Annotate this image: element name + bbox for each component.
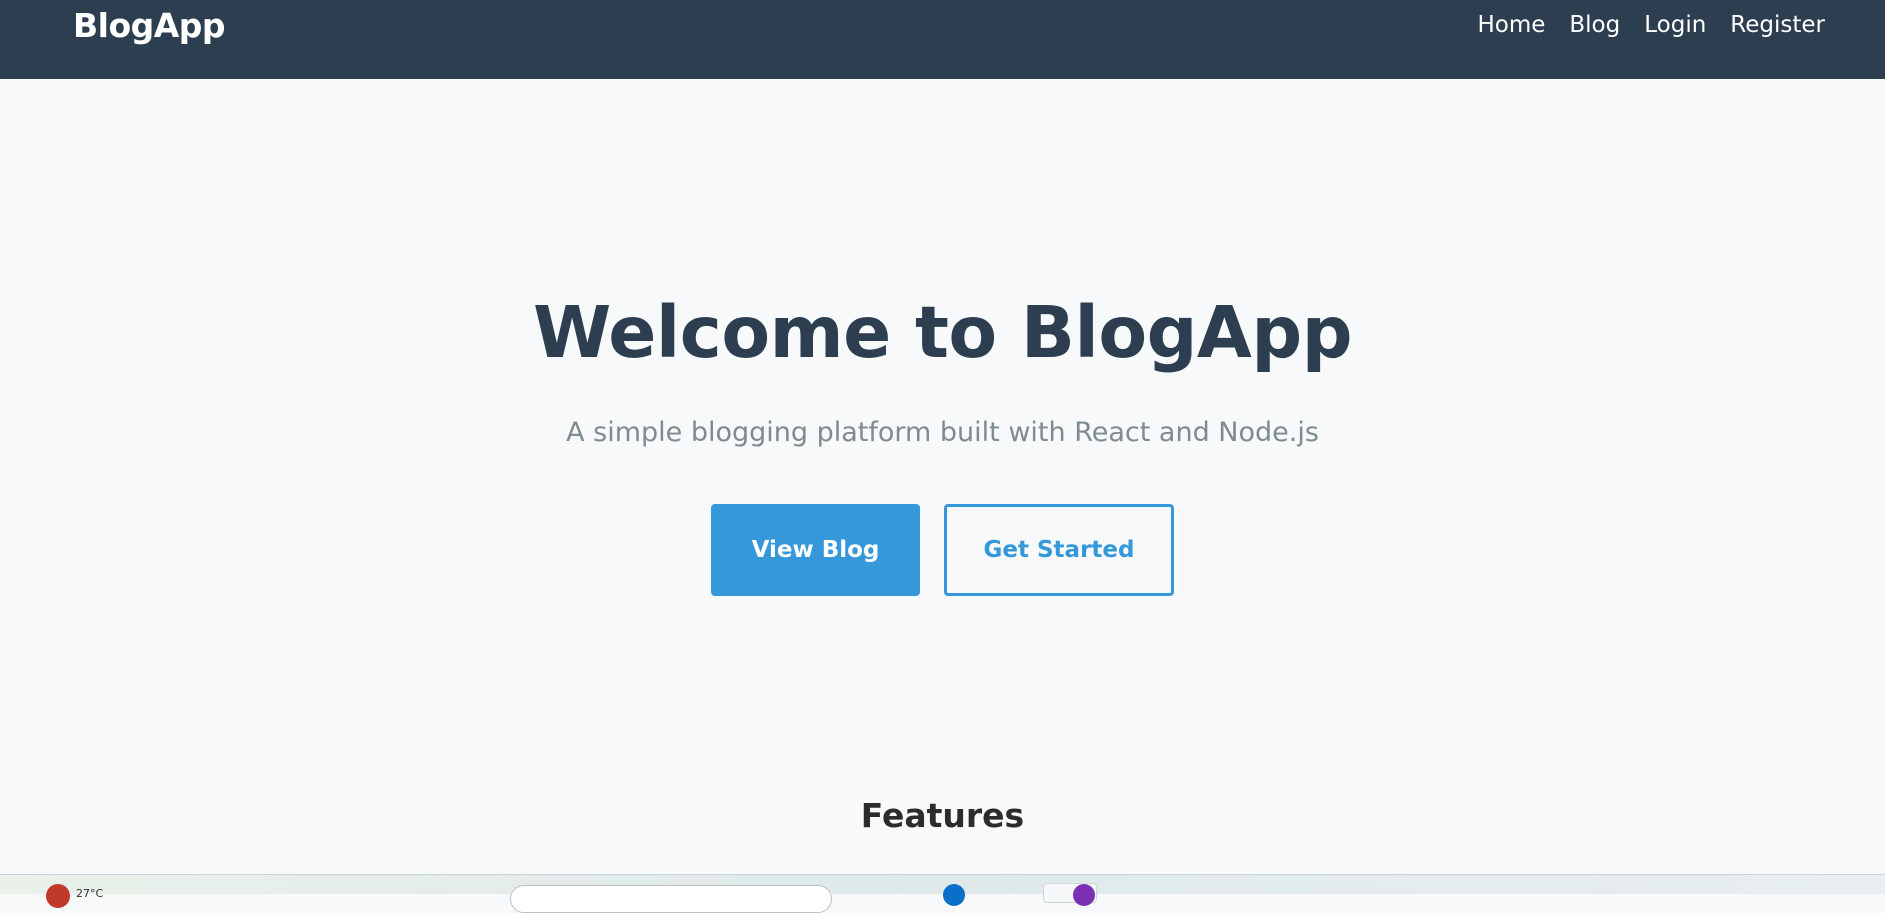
hero-section: Welcome to BlogApp A simple blogging pla… [0,79,1885,874]
get-started-button[interactable]: Get Started [944,504,1174,596]
taskbar-app-icon[interactable] [943,884,965,906]
weather-icon[interactable] [46,884,70,908]
brand-logo-link[interactable]: BlogApp [73,6,226,45]
nav-link-home[interactable]: Home [1477,12,1545,38]
nav-link-blog[interactable]: Blog [1569,12,1620,38]
nav-link-register[interactable]: Register [1730,12,1825,38]
taskbar-search-box[interactable] [510,885,832,913]
hero-subtitle: A simple blogging platform built with Re… [566,417,1319,448]
view-blog-button[interactable]: View Blog [711,504,920,596]
hero-actions: View Blog Get Started [0,504,1885,596]
nav-link-login[interactable]: Login [1644,12,1706,38]
os-taskbar: 27°C [0,874,1885,913]
nav-links: Home Blog Login Register [1477,12,1825,38]
taskbar-app-icon[interactable] [1073,884,1095,906]
hero-title: Welcome to BlogApp [532,291,1353,374]
features-heading: Features [860,796,1025,835]
top-navbar: BlogApp Home Blog Login Register [0,0,1885,79]
